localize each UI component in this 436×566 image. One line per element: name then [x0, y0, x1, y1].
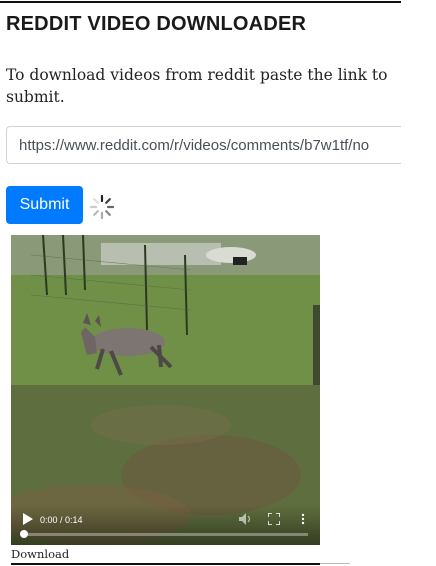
download-link[interactable]: Download [11, 547, 69, 561]
spinner-icon [89, 194, 115, 220]
video-player[interactable]: 0:00 / 0:14 [11, 235, 320, 545]
url-input[interactable] [6, 126, 401, 164]
fullscreen-icon[interactable] [268, 513, 280, 525]
submit-button[interactable]: Submit [6, 186, 83, 224]
volume-icon[interactable] [239, 513, 253, 525]
bottom-rule [11, 563, 320, 565]
video-controls: 0:00 / 0:14 [11, 505, 320, 545]
progress-thumb[interactable] [20, 530, 28, 538]
top-rule [0, 1, 401, 3]
bottom-rule-light [320, 563, 350, 564]
instructions-text: To download videos from reddit paste the… [6, 66, 388, 106]
page-title: REDDIT VIDEO DOWNLOADER [6, 13, 307, 35]
more-options-icon[interactable] [301, 513, 305, 525]
time-display: 0:00 / 0:14 [40, 515, 83, 525]
play-icon[interactable] [23, 513, 33, 525]
video-frame [11, 235, 320, 545]
progress-bar[interactable] [23, 533, 308, 536]
